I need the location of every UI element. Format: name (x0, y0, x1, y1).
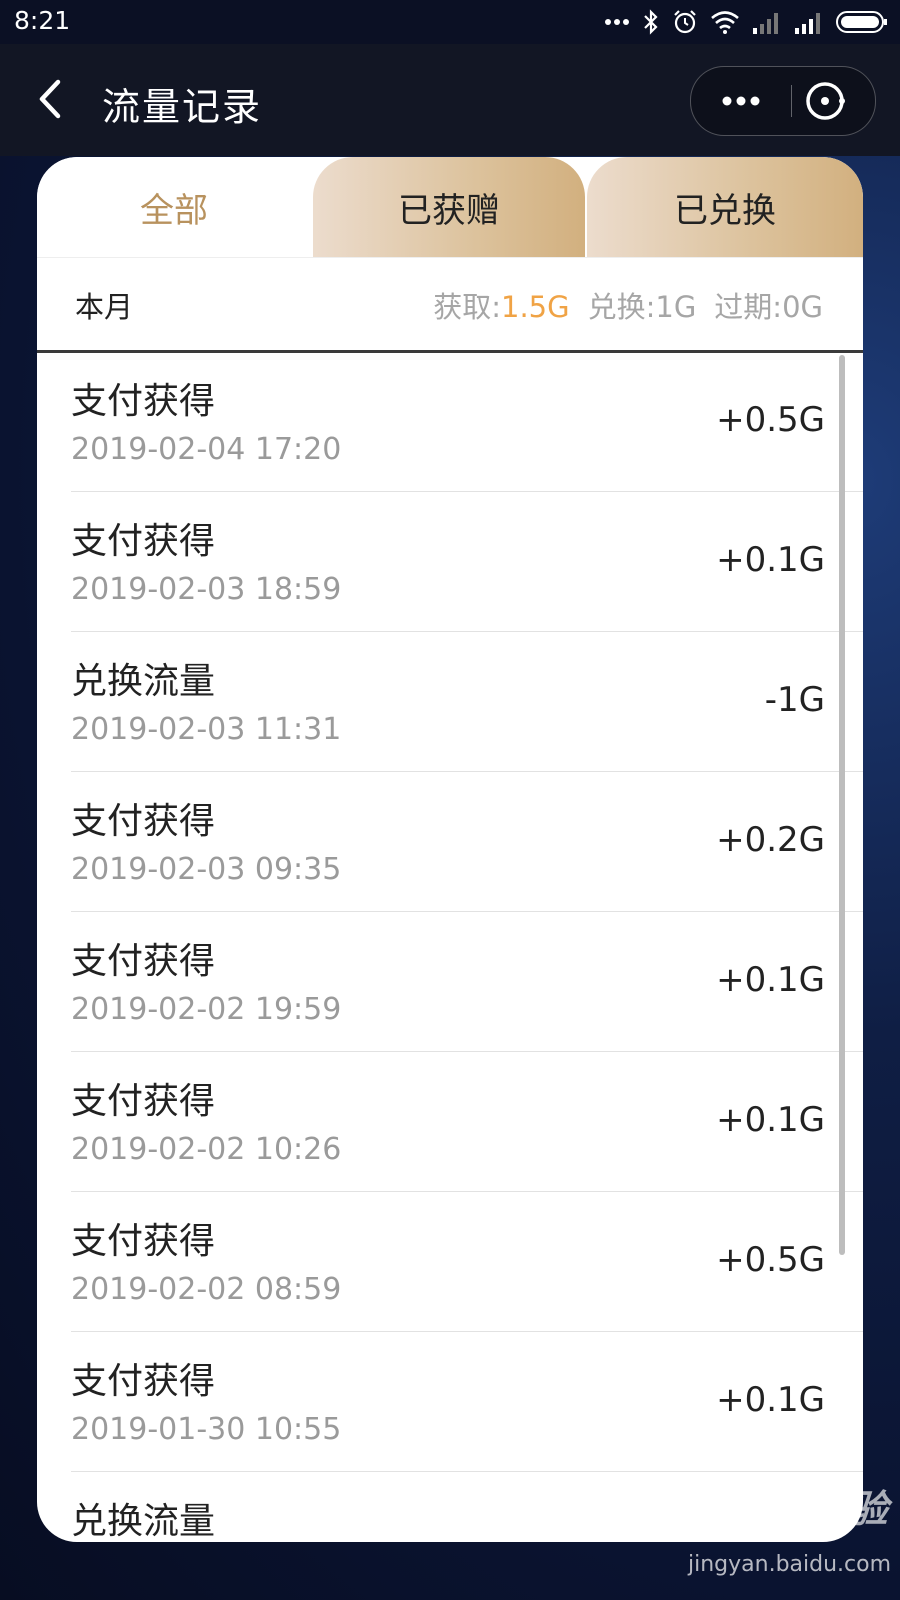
record-title: 支付获得 (71, 1361, 216, 1402)
record-amount: +0.1G (716, 960, 825, 1000)
record-amount: +0.5G (716, 400, 825, 440)
tab-all[interactable]: 全部 (37, 157, 311, 257)
record-title: 兑换流量 (71, 661, 216, 702)
obtain-label: 获取: (433, 290, 501, 324)
record-row: 兑换流量 2019-02-03 11:31 -1G (71, 632, 863, 772)
scrollbar[interactable] (839, 355, 845, 1255)
close-circle-icon (806, 82, 845, 120)
tab-bar: 全部 已获赠 已兑换 (37, 157, 863, 257)
record-amount: +0.5G (716, 1240, 825, 1280)
record-row: 支付获得 2019-02-02 10:26 +0.1G (71, 1052, 863, 1192)
chevron-left-icon (39, 79, 61, 119)
record-date: 2019-02-02 08:59 (71, 1272, 342, 1307)
more-icon (722, 96, 760, 106)
record-list[interactable]: 支付获得 2019-02-04 17:20 +0.5G 支付获得 2019-02… (37, 352, 863, 1542)
watermark-logo: Baidu经验 (690, 1487, 888, 1531)
record-amount: +0.2G (716, 820, 825, 860)
capsule-menu (690, 66, 876, 136)
record-title: 支付获得 (71, 801, 216, 842)
record-row: 支付获得 2019-02-02 19:59 +0.1G (71, 912, 863, 1052)
alarm-icon (674, 10, 696, 34)
record-date: 2019-02-04 17:20 (71, 432, 342, 467)
title-bar: 流量记录 (0, 44, 900, 156)
record-date: 2019-02-02 19:59 (71, 992, 342, 1027)
record-title: 支付获得 (71, 1081, 216, 1122)
watermark: Baidu经验 jingyan.baidu.com (660, 1470, 892, 1590)
back-button[interactable] (30, 74, 74, 124)
record-title: 支付获得 (71, 381, 216, 422)
obtain-value: 1.5G (501, 290, 570, 324)
record-date: 2019-02-03 18:59 (71, 572, 342, 607)
record-row: 支付获得 2019-02-03 09:35 +0.2G (71, 772, 863, 912)
status-icons (604, 6, 888, 38)
expired-stat: 过期:0G (714, 290, 823, 324)
record-amount: +0.1G (716, 1380, 825, 1420)
record-row: 支付获得 2019-01-30 10:55 +0.1G (71, 1332, 863, 1472)
summary-stats: 获取:1.5G 兑换:1G 过期:0G (433, 284, 823, 326)
record-date: 2019-02-03 09:35 (71, 852, 342, 887)
record-title: 支付获得 (71, 941, 216, 982)
signal-strong-icon (795, 13, 820, 34)
more-dots-icon (605, 19, 629, 25)
bluetooth-icon (644, 9, 658, 35)
month-summary: 本月 获取:1.5G 兑换:1G 过期:0G (37, 257, 863, 353)
capsule-divider (791, 85, 792, 117)
close-miniprogram-button[interactable] (803, 79, 847, 123)
record-date: 2019-01-30 10:55 (71, 1412, 342, 1447)
record-row: 支付获得 2019-02-04 17:20 +0.5G (71, 352, 863, 492)
record-amount: +0.1G (716, 1100, 825, 1140)
records-card: 全部 已获赠 已兑换 本月 获取:1.5G 兑换:1G 过期:0G 支付获得 201… (37, 157, 863, 1542)
wifi-icon (711, 11, 739, 34)
record-row: 支付获得 2019-02-03 18:59 +0.1G (71, 492, 863, 632)
watermark-url: jingyan.baidu.com (688, 1552, 892, 1577)
tab-gifted[interactable]: 已获赠 (313, 157, 585, 257)
status-time: 8:21 (14, 6, 71, 35)
record-row: 支付获得 2019-02-02 08:59 +0.5G (71, 1192, 863, 1332)
record-amount: -1G (764, 680, 825, 720)
record-title: 支付获得 (71, 1221, 216, 1262)
more-button[interactable] (691, 67, 791, 135)
exchange-stat: 兑换:1G (587, 290, 697, 324)
tab-exchanged[interactable]: 已兑换 (587, 157, 863, 257)
page-title: 流量记录 (102, 85, 263, 129)
record-title: 兑换流量 (71, 1501, 216, 1542)
period-label: 本月 (75, 290, 134, 324)
status-bar: 8:21 (0, 0, 900, 44)
signal-weak-icon (753, 13, 778, 34)
record-title: 支付获得 (71, 521, 216, 562)
record-amount: +0.1G (716, 540, 825, 580)
battery-icon (836, 11, 887, 33)
record-date: 2019-02-03 11:31 (71, 712, 342, 747)
record-date: 2019-02-02 10:26 (71, 1132, 342, 1167)
